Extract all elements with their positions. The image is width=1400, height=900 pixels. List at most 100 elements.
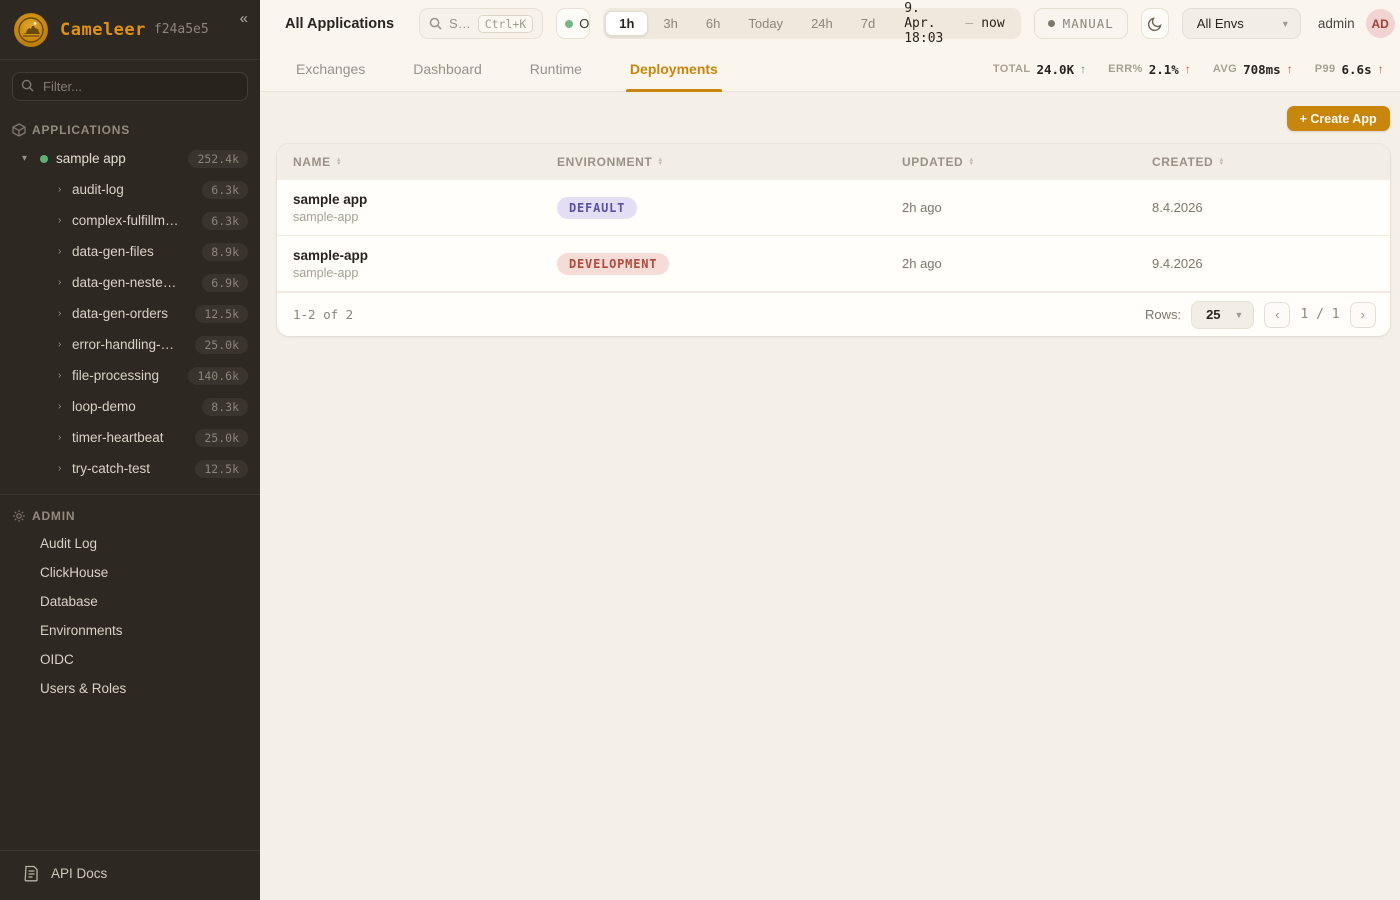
online-status-dot [565, 20, 573, 28]
chevron-down-icon[interactable]: ▾ [22, 153, 36, 164]
count-badge: 25.0k [195, 336, 248, 354]
count-badge: 8.3k [202, 398, 248, 416]
sidebar-item-complex-fulfillment[interactable]: ›complex-fulfillm…6.3k [0, 205, 260, 236]
global-search-button[interactable]: S… Ctrl+K [419, 8, 543, 39]
sidebar-item-audit-log[interactable]: ›audit-log6.3k [0, 174, 260, 205]
updated-value: 2h ago [886, 200, 1136, 215]
time-range-24h[interactable]: 24h [798, 12, 846, 35]
column-header-environment[interactable]: ENVIRONMENT▲▼ [541, 155, 886, 169]
table-footer: 1-2 of 2 Rows: 25 ▼ ‹ 1 / 1 › [277, 292, 1390, 336]
column-header-name[interactable]: NAME▲▼ [277, 155, 541, 169]
sidebar-item-data-gen-orders[interactable]: ›data-gen-orders12.5k [0, 298, 260, 329]
sidebar-item-data-gen-files[interactable]: ›data-gen-files8.9k [0, 236, 260, 267]
search-shortcut-kbd: Ctrl+K [478, 15, 534, 33]
tab-exchanges[interactable]: Exchanges [296, 47, 365, 92]
sidebar-item-clickhouse[interactable]: ClickHouse [0, 558, 260, 587]
table-row[interactable]: sample-app sample-app DEVELOPMENT 2h ago… [277, 236, 1390, 292]
online-status-button[interactable]: O [556, 8, 590, 39]
stat-avg-latency: AVG 708ms ↑ [1213, 62, 1293, 77]
chevron-down-icon: ▼ [1281, 19, 1290, 29]
rows-per-page-select[interactable]: 25 ▼ [1191, 301, 1254, 329]
sidebar-item-timer-heartbeat[interactable]: ›timer-heartbeat25.0k [0, 422, 260, 453]
time-range-7d[interactable]: 7d [848, 12, 888, 35]
search-icon [21, 79, 34, 92]
sidebar-item-audit-log-admin[interactable]: Audit Log [0, 529, 260, 558]
time-range-3h[interactable]: 3h [650, 12, 690, 35]
sidebar-item-try-catch-test[interactable]: ›try-catch-test12.5k [0, 453, 260, 484]
next-page-button[interactable]: › [1350, 302, 1376, 328]
stat-error-rate: ERR% 2.1% ↑ [1108, 62, 1191, 77]
time-range-control: 1h 3h 6h Today 24h 7d 9. Apr. 18:03 – no… [603, 8, 1020, 39]
tab-runtime[interactable]: Runtime [530, 47, 582, 92]
user-name: admin [1318, 16, 1355, 31]
applications-section-header: APPLICATIONS [0, 113, 260, 143]
sidebar-item-oidc[interactable]: OIDC [0, 645, 260, 674]
chevron-right-icon[interactable]: › [58, 370, 72, 381]
cameleer-logo-icon [14, 13, 48, 47]
chevron-right-icon[interactable]: › [58, 308, 72, 319]
chevron-right-icon[interactable]: › [58, 463, 72, 474]
time-range-today[interactable]: Today [735, 12, 796, 35]
count-badge: 25.0k [195, 429, 248, 447]
filter-input[interactable] [12, 72, 248, 101]
page-title: All Applications [285, 16, 394, 32]
sidebar-item-environments[interactable]: Environments [0, 616, 260, 645]
tabs-bar: Exchanges Dashboard Runtime Deployments … [260, 47, 1400, 92]
tab-dashboard[interactable]: Dashboard [413, 47, 482, 92]
column-header-created[interactable]: CREATED▲▼ [1136, 155, 1390, 169]
count-badge: 6.9k [202, 274, 248, 292]
admin-section-header: ADMIN [0, 499, 260, 529]
sidebar: Cameleer f24a5e5 « APPLICATIONS ▾ sample… [0, 0, 260, 900]
created-value: 9.4.2026 [1136, 256, 1390, 271]
tab-deployments[interactable]: Deployments [630, 47, 718, 92]
sort-icon: ▲▼ [968, 158, 975, 166]
updated-value: 2h ago [886, 256, 1136, 271]
chevron-right-icon[interactable]: › [58, 184, 72, 195]
sidebar-item-data-gen-nested[interactable]: ›data-gen-neste…6.9k [0, 267, 260, 298]
chevron-right-icon[interactable]: › [58, 401, 72, 412]
sidebar-header: Cameleer f24a5e5 « [0, 0, 260, 60]
create-app-button[interactable]: + Create App [1287, 106, 1390, 131]
page-indicator: 1 / 1 [1300, 307, 1339, 322]
manual-refresh-button[interactable]: MANUAL [1034, 8, 1128, 39]
sort-icon: ▲▼ [657, 158, 664, 166]
prev-page-button[interactable]: ‹ [1264, 302, 1290, 328]
main-area: All Applications S… Ctrl+K O 1h 3h 6h To… [260, 0, 1400, 900]
sidebar-app-root[interactable]: ▾ sample app 252.4k [0, 143, 260, 174]
chevron-right-icon[interactable]: › [58, 215, 72, 226]
table-row[interactable]: sample app sample-app DEFAULT 2h ago 8.4… [277, 180, 1390, 236]
deployment-name: sample app [293, 192, 541, 207]
chevron-down-icon: ▼ [1235, 310, 1244, 320]
time-range-6h[interactable]: 6h [693, 12, 733, 35]
date-separator: – [965, 16, 973, 31]
sidebar-item-error-handling[interactable]: ›error-handling-…25.0k [0, 329, 260, 360]
cube-icon [12, 123, 26, 137]
status-dot [40, 155, 48, 163]
chevron-right-icon[interactable]: › [58, 277, 72, 288]
theme-toggle-button[interactable] [1141, 8, 1169, 39]
time-range-1h[interactable]: 1h [605, 11, 648, 36]
search-icon [429, 17, 442, 30]
column-header-updated[interactable]: UPDATED▲▼ [886, 155, 1136, 169]
api-docs-link[interactable]: API Docs [0, 850, 260, 900]
chevron-right-icon[interactable]: › [58, 432, 72, 443]
avatar[interactable]: AD [1366, 9, 1395, 38]
sidebar-item-loop-demo[interactable]: ›loop-demo8.3k [0, 391, 260, 422]
count-badge: 12.5k [195, 305, 248, 323]
topbar: All Applications S… Ctrl+K O 1h 3h 6h To… [260, 0, 1400, 47]
result-range: 1-2 of 2 [293, 307, 353, 322]
sidebar-item-database[interactable]: Database [0, 587, 260, 616]
chevron-right-icon[interactable]: › [58, 339, 72, 350]
sidebar-item-file-processing[interactable]: ›file-processing140.6k [0, 360, 260, 391]
table-header-row: NAME▲▼ ENVIRONMENT▲▼ UPDATED▲▼ CREATED▲▼ [277, 144, 1390, 180]
gear-icon [12, 509, 26, 523]
date-to: now [981, 16, 1004, 31]
environment-badge: DEVELOPMENT [557, 253, 669, 275]
chevron-right-icon[interactable]: › [58, 246, 72, 257]
deployments-content: + Create App NAME▲▼ ENVIRONMENT▲▼ UPDATE… [260, 92, 1400, 900]
environment-select[interactable]: All Envs ▼ [1182, 8, 1301, 39]
sidebar-item-users-roles[interactable]: Users & Roles [0, 674, 260, 703]
metrics-summary: TOTAL 24.0K ↑ ERR% 2.1% ↑ AVG 708ms ↑ P9… [993, 62, 1384, 77]
sidebar-collapse-icon[interactable]: « [240, 10, 248, 27]
date-range-display[interactable]: 9. Apr. 18:03 – now [890, 1, 1018, 46]
